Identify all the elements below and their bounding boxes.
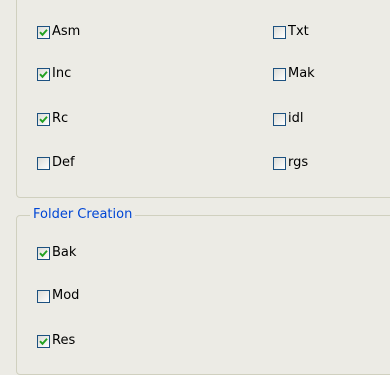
checkbox-label: Rc	[52, 111, 69, 126]
checkbox-inc[interactable]: Inc	[37, 66, 71, 82]
checkbox-box[interactable]	[37, 289, 50, 303]
checkbox-res[interactable]: Res	[37, 333, 75, 349]
checkbox-box[interactable]	[273, 156, 286, 170]
checkbox-box[interactable]	[273, 25, 286, 39]
checkbox-label: Txt	[288, 24, 309, 39]
checkmark-icon	[39, 115, 48, 123]
folder-creation-title: Folder Creation	[30, 206, 136, 223]
checkbox-box[interactable]	[37, 67, 50, 81]
checkbox-idl[interactable]: idl	[273, 111, 303, 127]
checkbox-box[interactable]	[37, 246, 50, 260]
checkbox-label: idl	[288, 111, 304, 126]
checkbox-rc[interactable]: Rc	[37, 111, 68, 127]
checkbox-label: Asm	[52, 24, 81, 39]
checkbox-rgs[interactable]: rgs	[273, 155, 308, 171]
checkbox-asm[interactable]: Asm	[37, 24, 80, 40]
checkmark-icon	[39, 249, 48, 257]
checkbox-label: Def	[52, 155, 75, 170]
checkbox-label: Res	[52, 333, 76, 348]
checkbox-label: Mak	[288, 66, 315, 81]
checkbox-label: rgs	[288, 155, 309, 170]
checkbox-box[interactable]	[273, 67, 286, 81]
checkbox-label: Bak	[52, 245, 77, 260]
checkbox-txt[interactable]: Txt	[273, 24, 309, 40]
checkbox-def[interactable]: Def	[37, 155, 75, 171]
checkbox-mak[interactable]: Mak	[273, 66, 315, 82]
checkbox-box[interactable]	[37, 334, 50, 348]
checkbox-mod[interactable]: Mod	[37, 288, 79, 304]
checkbox-box[interactable]	[273, 112, 286, 126]
checkbox-box[interactable]	[37, 25, 50, 39]
checkmark-icon	[39, 337, 48, 345]
checkbox-box[interactable]	[37, 112, 50, 126]
checkmark-icon	[39, 70, 48, 78]
checkbox-bak[interactable]: Bak	[37, 245, 76, 261]
checkmark-icon	[39, 28, 48, 36]
checkbox-label: Mod	[52, 288, 80, 303]
checkbox-box[interactable]	[37, 156, 50, 170]
checkbox-label: Inc	[52, 66, 72, 81]
